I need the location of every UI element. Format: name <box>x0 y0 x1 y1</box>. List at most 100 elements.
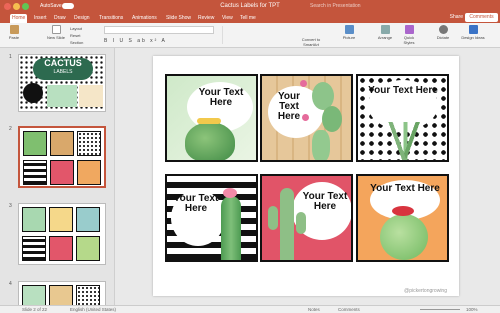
slide-number: 2 <box>9 126 12 132</box>
cactus-flower <box>223 188 237 198</box>
status-bar: Slide 2 of 22 English (United States) No… <box>0 305 500 313</box>
card-text[interactable]: Your Text Here <box>368 86 438 96</box>
thumb-card <box>22 207 46 232</box>
picture-icon <box>344 25 354 34</box>
thumb-subtitle: LABELS <box>53 69 73 75</box>
section-button[interactable]: Section <box>70 40 83 45</box>
window-title: Cactus Labels for TPT <box>220 3 280 9</box>
layout-button[interactable]: Layout <box>70 26 82 31</box>
comments-button[interactable]: Comments <box>465 13 498 22</box>
zoom-slider[interactable] <box>420 309 460 310</box>
thumb-card <box>77 131 101 156</box>
card-text[interactable]: Your Text Here <box>300 192 350 212</box>
slide-number: 3 <box>9 203 12 209</box>
design-ideas-button[interactable]: Design Ideas <box>460 25 486 40</box>
thumb-card <box>77 160 101 185</box>
thumb-card <box>50 160 74 185</box>
share-button[interactable]: Share <box>450 14 463 20</box>
thumb-badge <box>23 83 43 103</box>
slide-thumbnails-pane[interactable]: 1 CACTUS LABELS 2 3 4 <box>0 48 115 311</box>
language-indicator[interactable]: English (United States) <box>70 307 116 312</box>
ribbon-tabs: Home Insert Draw Design Transitions Anim… <box>0 13 500 23</box>
saguaro-cactus-illustration <box>280 188 294 260</box>
thumb-card <box>23 131 47 156</box>
thumb-card <box>49 207 73 232</box>
tab-view[interactable]: View <box>220 14 235 22</box>
thumb-card <box>76 207 100 232</box>
picture-button[interactable]: Picture <box>338 25 360 40</box>
thumb-card <box>76 236 100 261</box>
thumb-card <box>50 131 74 156</box>
label-card-5[interactable]: Your Text Here <box>260 174 353 262</box>
cactus-flower <box>392 206 414 216</box>
tab-transitions[interactable]: Transitions <box>97 14 125 22</box>
current-slide[interactable]: Your Text Here Your Text Here Your Text … <box>153 56 459 296</box>
label-card-1[interactable]: Your Text Here <box>165 74 258 162</box>
saguaro-arm <box>296 212 306 234</box>
slide-counter: Slide 2 of 22 <box>22 307 48 312</box>
tab-design[interactable]: Design <box>72 14 92 22</box>
tab-tell-me[interactable]: Tell me <box>238 14 258 22</box>
quick-styles-icon <box>404 25 414 34</box>
aloe-plant-illustration <box>386 122 426 160</box>
zoom-level[interactable]: 100% <box>466 307 478 312</box>
thumb-card <box>22 236 46 261</box>
arrange-icon <box>380 25 390 34</box>
tab-review[interactable]: Review <box>196 14 216 22</box>
reset-button[interactable]: Reset <box>70 33 80 38</box>
card-text[interactable]: Your Text Here <box>191 88 251 108</box>
tab-insert[interactable]: Insert <box>32 14 49 22</box>
slide-thumbnail-1[interactable]: CACTUS LABELS <box>18 54 106 112</box>
title-banner: CACTUS LABELS <box>33 58 93 80</box>
slide-editing-area[interactable]: Your Text Here Your Text Here Your Text … <box>115 48 500 305</box>
prickly-pear-pad <box>312 130 330 160</box>
clipboard-icon <box>9 25 19 34</box>
round-cactus-illustration <box>380 214 428 260</box>
design-ideas-icon <box>468 25 478 34</box>
thumb-card <box>49 236 73 261</box>
notes-button[interactable]: Notes <box>308 307 320 312</box>
label-card-4[interactable]: Your Text Here <box>165 174 258 262</box>
slide-thumbnail-3[interactable] <box>18 203 106 265</box>
card-text[interactable]: Your Text Here <box>171 194 221 214</box>
new-slide-icon <box>51 25 61 34</box>
format-buttons[interactable]: B I U S ab x² A <box>104 38 214 44</box>
comments-status-button[interactable]: Comments <box>338 307 360 312</box>
new-slide-button[interactable]: New Slide <box>45 25 67 40</box>
label-card-3[interactable]: Your Text Here <box>356 74 449 162</box>
tall-cactus-illustration <box>221 196 241 260</box>
microphone-icon <box>438 25 448 34</box>
dictate-button[interactable]: Dictate <box>430 25 456 40</box>
search-input[interactable]: Search in Presentation <box>310 3 361 9</box>
ribbon: Paste New Slide Layout Reset Section B I… <box>0 23 500 48</box>
barrel-cactus-illustration <box>185 122 235 160</box>
credit-text: @pickertongrowing <box>404 288 447 294</box>
slide-number: 4 <box>9 281 12 287</box>
thumb-title: CACTUS <box>44 58 82 68</box>
font-controls[interactable] <box>104 26 214 34</box>
card-text[interactable]: Your Text Here <box>370 184 440 194</box>
prickly-pear-pad <box>322 106 342 132</box>
paste-button[interactable]: Paste <box>4 25 24 40</box>
tab-slide-show[interactable]: Slide Show <box>164 14 193 22</box>
thumb-preview-image <box>79 85 103 107</box>
slide-number: 1 <box>9 54 12 60</box>
thumb-preview-image <box>47 85 77 107</box>
saguaro-arm <box>268 206 278 230</box>
powerpoint-window: AutoSave Cactus Labels for TPT Search in… <box>0 0 500 313</box>
cactus-flower <box>300 80 307 87</box>
cactus-flower <box>302 114 309 121</box>
quick-styles-button[interactable]: Quick Styles <box>398 25 420 45</box>
arrange-button[interactable]: Arrange <box>374 25 396 40</box>
tab-home[interactable]: Home <box>10 14 28 23</box>
label-card-2[interactable]: Your Text Here <box>260 74 353 162</box>
cactus-flower <box>197 118 221 124</box>
title-bar: AutoSave Cactus Labels for TPT Search in… <box>0 0 500 13</box>
thumb-card <box>23 160 47 185</box>
tab-draw[interactable]: Draw <box>52 14 68 22</box>
label-card-6[interactable]: Your Text Here <box>356 174 449 262</box>
slide-thumbnail-2[interactable] <box>18 126 106 188</box>
tab-animations[interactable]: Animations <box>130 14 159 22</box>
paragraph-controls[interactable] <box>222 26 292 44</box>
convert-smartart-button[interactable]: Convert to SmartArt <box>296 37 326 47</box>
